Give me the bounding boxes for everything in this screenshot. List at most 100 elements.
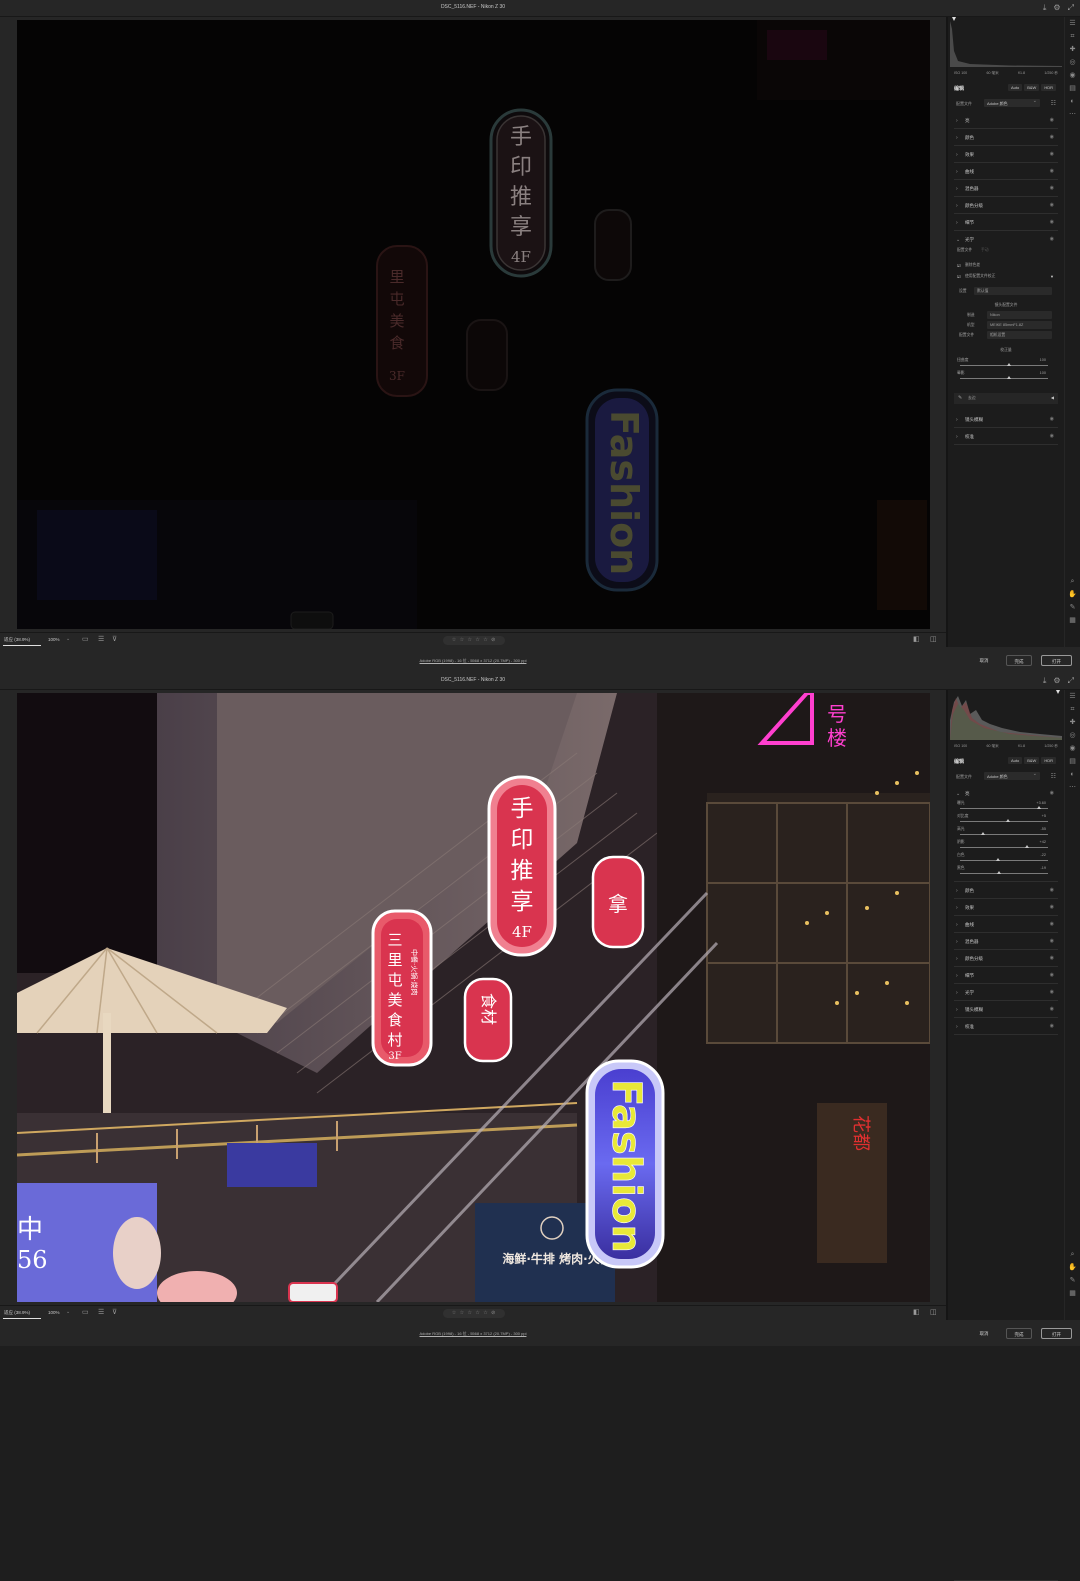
zoom-100[interactable]: 100% [48, 637, 60, 642]
section-color-grading[interactable]: › 颜色分级 ◉ [954, 199, 1058, 214]
snapshots-icon[interactable]: ▤ [1065, 85, 1080, 92]
section-calibration[interactable]: › 校准 ◉ [954, 1020, 1058, 1035]
profile-browser-icon[interactable]: ☷ [1051, 773, 1056, 780]
section-optics[interactable]: ⌄ 光学 ◉ [954, 233, 1058, 245]
snapshots-icon[interactable]: ▤ [1065, 758, 1080, 765]
profile-browser-icon[interactable]: ☷ [1051, 100, 1056, 107]
eye-icon[interactable]: ◉ [1050, 1006, 1054, 1012]
section-mixer[interactable]: › 混色器 ◉ [954, 182, 1058, 197]
section-color-grading[interactable]: › 颜色分级 ◉ [954, 952, 1058, 967]
section-lens-blur[interactable]: › 镜头模糊 ◉ [954, 413, 1058, 428]
heal-icon[interactable]: ✚ [1065, 46, 1080, 53]
slider-thumb[interactable] [1025, 845, 1029, 848]
defringe-row[interactable]: ✎ 去边 ◀ [954, 393, 1058, 404]
open-button[interactable]: 打开 [1041, 655, 1072, 666]
open-button[interactable]: 打开 [1041, 1328, 1072, 1339]
section-detail[interactable]: › 细节 ◉ [954, 216, 1058, 231]
workflow-options-link[interactable]: Adobe RGB (1998) - 16 位 - 5568 x 3712 (2… [0, 658, 946, 664]
eye-icon[interactable]: ◉ [1050, 904, 1054, 910]
section-curve[interactable]: › 曲线 ◉ [954, 165, 1058, 180]
save-icon[interactable]: ⤓ [1043, 3, 1047, 12]
setup-select[interactable]: 默认值 [974, 287, 1052, 295]
grid-icon[interactable]: ▦ [1065, 617, 1080, 624]
eye-icon[interactable]: ◉ [1050, 989, 1054, 995]
zoom-fit[interactable]: 适应 (38.9%) [4, 637, 30, 643]
section-mixer[interactable]: › 混色器 ◉ [954, 935, 1058, 950]
optics-profile-tab-label[interactable]: 配置文件 [957, 248, 972, 253]
star-rating[interactable]: ☆ ☆ ☆ ☆ ☆ ⊘ [443, 636, 505, 645]
expand-icon[interactable]: ⤢ [1068, 3, 1074, 12]
zoom-icon[interactable]: ⌕ [1065, 578, 1080, 585]
optics-manual-tab-label[interactable]: 手动 [981, 248, 989, 253]
eyedropper-icon[interactable]: ✎ [958, 395, 962, 401]
section-effects[interactable]: › 效果 ◉ [954, 901, 1058, 916]
slider-track[interactable] [960, 821, 1048, 822]
color-sampler-icon[interactable]: ✎ [1065, 1277, 1080, 1284]
more-icon[interactable]: ⋯ [1065, 111, 1080, 118]
blacks-slider[interactable]: 黑色 -19 [954, 866, 1058, 878]
eye-icon[interactable]: ◉ [1050, 921, 1054, 927]
save-icon[interactable]: ⤓ [1043, 676, 1047, 685]
make-select[interactable]: Nikon [987, 311, 1052, 319]
triangle-down-icon[interactable]: ▼ [1050, 274, 1054, 279]
edit-sliders-icon[interactable]: ☰ [1065, 693, 1080, 700]
mask-icon[interactable]: ◎ [1065, 732, 1080, 739]
eye-icon[interactable]: ◉ [1050, 416, 1054, 422]
hdr-button[interactable]: HDR [1041, 757, 1056, 764]
cancel-button[interactable]: 取消 [972, 1328, 996, 1339]
slider-track[interactable] [960, 834, 1048, 835]
filter-icon[interactable]: ⊽ [112, 635, 117, 643]
eye-icon[interactable]: ◉ [1050, 134, 1054, 140]
slider-track[interactable] [960, 860, 1048, 861]
slider-thumb[interactable] [1007, 363, 1011, 366]
slider-thumb[interactable] [981, 832, 985, 835]
contrast-slider[interactable]: 对比度 +5 [954, 814, 1058, 826]
distortion-slider[interactable]: 扭曲度 100 [954, 358, 1058, 370]
zoom-100[interactable]: 100% [48, 1310, 60, 1315]
slider-thumb[interactable] [997, 871, 1001, 874]
whites-slider[interactable]: 白色 -22 [954, 853, 1058, 865]
slider-value[interactable]: -55 [1041, 827, 1047, 831]
more-icon[interactable]: ⋯ [1065, 784, 1080, 791]
before-after-icon[interactable]: ◫ [930, 1308, 937, 1316]
sort-icon[interactable]: ☰ [98, 1308, 104, 1316]
zoom-icon[interactable]: ⌕ [1065, 1251, 1080, 1258]
star-rating[interactable]: ☆ ☆ ☆ ☆ ☆ ⊘ [443, 1309, 505, 1318]
done-button[interactable]: 完成 [1006, 655, 1032, 666]
section-light[interactable]: › 亮 ◉ [954, 114, 1058, 129]
eye-icon[interactable]: ◉ [1050, 185, 1054, 191]
highlights-slider[interactable]: 高光 -55 [954, 827, 1058, 839]
edit-sliders-icon[interactable]: ☰ [1065, 20, 1080, 27]
chevron-down-icon[interactable]: ⌄ [66, 1309, 70, 1315]
slider-thumb[interactable] [996, 858, 1000, 861]
bw-button[interactable]: B&W [1024, 757, 1040, 764]
presets-icon[interactable]: ◐ [1065, 98, 1080, 105]
before-after-icon[interactable]: ◫ [930, 635, 937, 643]
slider-value[interactable]: -19 [1041, 866, 1047, 870]
eye-icon[interactable]: ◉ [1050, 168, 1054, 174]
gear-icon[interactable]: ⚙ [1053, 676, 1060, 685]
color-sampler-icon[interactable]: ✎ [1065, 604, 1080, 611]
auto-button[interactable]: Auto [1007, 84, 1023, 91]
section-calibration[interactable]: › 校准 ◉ [954, 430, 1058, 445]
grid-icon[interactable]: ▦ [1065, 1290, 1080, 1297]
eye-icon[interactable]: ◉ [1050, 202, 1054, 208]
section-effects[interactable]: › 效果 ◉ [954, 148, 1058, 163]
section-optics[interactable]: › 光学 ◉ [954, 986, 1058, 1001]
cancel-button[interactable]: 取消 [972, 655, 996, 666]
eye-icon[interactable]: ◉ [1050, 790, 1054, 796]
section-light[interactable]: ⌄ 亮 ◉ [954, 787, 1058, 799]
hand-icon[interactable]: ✋ [1065, 591, 1080, 598]
profile-select[interactable]: Adobe 颜色 [984, 98, 1040, 107]
expand-icon[interactable]: ⤢ [1068, 676, 1074, 685]
redeye-icon[interactable]: ◉ [1065, 72, 1080, 79]
done-button[interactable]: 完成 [1006, 1328, 1032, 1339]
sort-icon[interactable]: ☰ [98, 635, 104, 643]
chevron-down-icon[interactable]: ⌄ [66, 636, 70, 642]
profile-select[interactable]: Adobe 颜色 [984, 771, 1040, 780]
eye-icon[interactable]: ◉ [1050, 938, 1054, 944]
slider-value[interactable]: +5 [1042, 814, 1046, 818]
photo-canvas[interactable]: 手 印 推 享 4F 里 屯 美 食 3F Fashion [17, 20, 930, 629]
checkbox-checked-icon[interactable]: ☑ [957, 263, 961, 268]
eye-icon[interactable]: ◉ [1050, 972, 1054, 978]
